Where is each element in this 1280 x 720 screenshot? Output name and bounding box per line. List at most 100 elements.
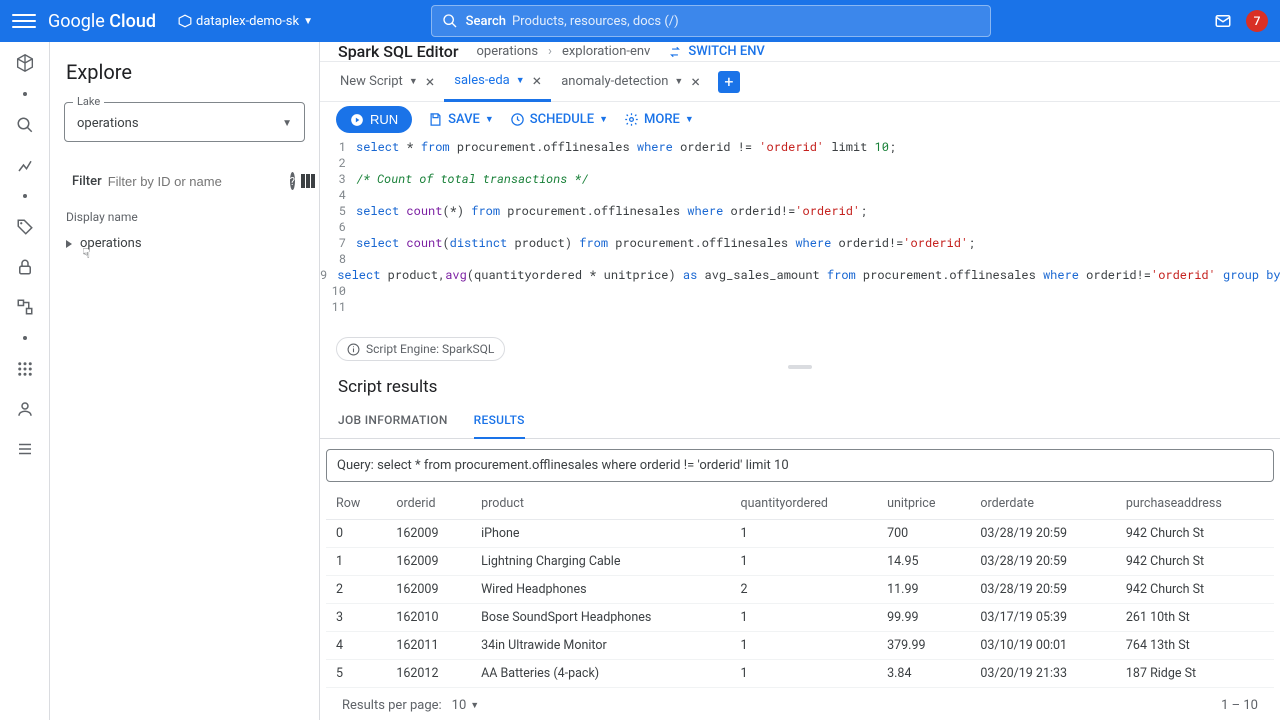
filter-row: Filter ?: [64, 166, 305, 196]
info-icon: [347, 343, 360, 356]
icon-rail: [0, 42, 50, 720]
project-icon: [178, 14, 192, 28]
tab-new-script[interactable]: New Script ▼ ×: [330, 62, 444, 102]
add-tab-button[interactable]: +: [718, 71, 740, 93]
table-row[interactable]: 0162009iPhone170003/28/19 20:59942 Churc…: [326, 520, 1274, 548]
tab-job-information[interactable]: JOB INFORMATION: [338, 405, 448, 438]
list-rail-icon[interactable]: [14, 438, 36, 460]
column-header[interactable]: orderdate: [970, 488, 1116, 520]
results-table: Roworderidproductquantityorderedunitpric…: [326, 488, 1274, 688]
column-header[interactable]: purchaseaddress: [1116, 488, 1274, 520]
breadcrumbs: operations › exploration-env: [476, 44, 650, 59]
chevron-down-icon: ▼: [470, 700, 479, 711]
run-button[interactable]: RUN: [336, 106, 412, 133]
main-pane: Spark SQL Editor operations › exploratio…: [320, 42, 1280, 720]
rail-separator: [23, 194, 27, 198]
tab-sales-eda[interactable]: sales-eda ▼ ×: [444, 62, 551, 102]
person-rail-icon[interactable]: [14, 398, 36, 420]
notification-badge[interactable]: 7: [1246, 10, 1268, 32]
lake-field-label: Lake: [73, 95, 104, 108]
search-bar[interactable]: Search Products, resources, docs (/): [431, 5, 991, 37]
filter-label: Filter: [72, 174, 102, 189]
clock-icon: [510, 112, 525, 127]
schedule-button[interactable]: SCHEDULE ▼: [510, 112, 608, 127]
close-icon[interactable]: ×: [426, 72, 435, 91]
results-title: Script results: [320, 367, 1280, 405]
filter-input[interactable]: [108, 174, 284, 189]
pager-label: Results per page:: [342, 698, 442, 713]
lake-value: operations: [77, 116, 139, 131]
query-prefix: Query:: [337, 458, 377, 473]
explore-sidebar: Explore Lake operations ▼ Filter ? Displ…: [50, 42, 320, 720]
chevron-down-icon: ▼: [282, 118, 292, 129]
tag-rail-icon[interactable]: [14, 216, 36, 238]
chevron-down-icon: ▼: [303, 16, 313, 27]
chevron-right-icon: ›: [548, 44, 552, 59]
pager-value[interactable]: 10▼: [452, 698, 480, 713]
search-icon: [442, 13, 458, 29]
column-header[interactable]: quantityordered: [731, 488, 878, 520]
query-box: Query: select * from procurement.offline…: [326, 449, 1274, 482]
tab-anomaly-detection[interactable]: anomaly-detection ▼ ×: [551, 62, 710, 102]
app-header: Google Cloud dataplex-demo-sk ▼ Search P…: [0, 0, 1280, 42]
process-rail-icon[interactable]: [14, 296, 36, 318]
column-header[interactable]: Row: [326, 488, 386, 520]
project-name: dataplex-demo-sk: [196, 14, 299, 29]
more-button[interactable]: MORE ▼: [624, 112, 694, 127]
table-row[interactable]: 3162010Bose SoundSport Headphones199.990…: [326, 604, 1274, 632]
chevron-down-icon: ▼: [516, 75, 525, 86]
table-row[interactable]: 416201134in Ultrawide Monitor1379.9903/1…: [326, 632, 1274, 660]
editor-toolbar: RUN SAVE ▼ SCHEDULE ▼ MORE ▼: [320, 102, 1280, 137]
search-button-label: Search: [466, 14, 506, 29]
analytics-rail-icon[interactable]: [14, 154, 36, 176]
swap-icon: [668, 45, 682, 59]
table-pager: Results per page: 10▼ 1 – 10: [320, 688, 1280, 720]
drag-handle[interactable]: [788, 365, 812, 369]
table-row[interactable]: 2162009Wired Headphones211.9903/28/19 20…: [326, 576, 1274, 604]
table-row[interactable]: 1162009Lightning Charging Cable114.9503/…: [326, 548, 1274, 576]
lock-rail-icon[interactable]: [14, 256, 36, 278]
bc-lake[interactable]: operations: [476, 44, 538, 59]
engine-chip: Script Engine: SparkSQL: [336, 337, 505, 361]
chevron-down-icon: ▼: [599, 114, 608, 125]
dataplex-icon[interactable]: [14, 52, 36, 74]
rail-separator: [23, 92, 27, 96]
engine-bar: Script Engine: SparkSQL: [320, 331, 1280, 367]
rail-separator: [23, 336, 27, 340]
chevron-down-icon: ▼: [674, 76, 683, 87]
tabs-row: New Script ▼ × sales-eda ▼ × anomaly-det…: [320, 62, 1280, 102]
page-title: Spark SQL Editor: [338, 42, 458, 61]
lake-selector[interactable]: Lake operations ▼: [64, 102, 305, 142]
close-icon[interactable]: ×: [533, 71, 542, 90]
caret-right-icon: [66, 240, 72, 248]
column-header[interactable]: unitprice: [877, 488, 970, 520]
gear-icon: [624, 112, 639, 127]
chevron-down-icon: ▼: [409, 76, 418, 87]
save-icon: [428, 112, 443, 127]
logo: Google Cloud: [48, 11, 156, 32]
bc-env[interactable]: exploration-env: [562, 44, 650, 59]
grid-rail-icon[interactable]: [14, 358, 36, 380]
play-icon: [350, 113, 364, 127]
code-editor[interactable]: 1select * from procurement.offlinesales …: [320, 137, 1280, 331]
switch-env-link[interactable]: SWITCH ENV: [668, 44, 764, 59]
column-header[interactable]: product: [471, 488, 730, 520]
tab-results[interactable]: RESULTS: [474, 405, 525, 439]
menu-icon[interactable]: [12, 9, 36, 33]
search-rail-icon[interactable]: [14, 114, 36, 136]
cursor-icon: ☟: [82, 246, 91, 262]
project-selector[interactable]: dataplex-demo-sk ▼: [172, 10, 319, 33]
columns-icon[interactable]: [301, 174, 315, 188]
mail-icon[interactable]: [1214, 12, 1232, 30]
search-placeholder: Products, resources, docs (/): [512, 14, 679, 29]
chevron-down-icon: ▼: [685, 114, 694, 125]
save-button[interactable]: SAVE ▼: [428, 112, 494, 127]
result-tabs: JOB INFORMATION RESULTS: [320, 405, 1280, 439]
help-icon[interactable]: ?: [290, 172, 295, 190]
chevron-down-icon: ▼: [485, 114, 494, 125]
close-icon[interactable]: ×: [691, 72, 700, 91]
pager-range: 1 – 10: [1221, 698, 1258, 713]
column-header[interactable]: orderid: [386, 488, 471, 520]
table-row[interactable]: 5162012AA Batteries (4-pack)13.8403/20/1…: [326, 660, 1274, 688]
tree-row-operations[interactable]: operations ☟: [64, 230, 305, 257]
